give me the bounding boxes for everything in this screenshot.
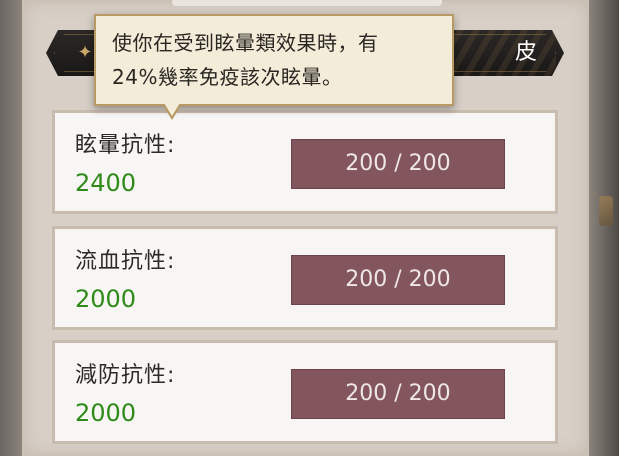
- resistance-label: 流血抗性:: [75, 249, 176, 274]
- tooltip-pointer-inner: [164, 103, 180, 116]
- resistance-label: 減防抗性:: [75, 363, 176, 388]
- resistance-panel: ✦ 皮 眩暈抗性: 2400 200 / 200 流血抗性: 2000 200 …: [22, 0, 589, 456]
- resistance-row-bleed: 流血抗性: 2000 200 / 200: [52, 226, 558, 330]
- resistance-row-defense-reduction: 減防抗性: 2000 200 / 200: [52, 340, 558, 444]
- tab-label[interactable]: 皮: [506, 38, 546, 68]
- resistance-value: 2400: [75, 169, 137, 197]
- panel-top-strip: [172, 0, 442, 6]
- resistance-row-stun: 眩暈抗性: 2400 200 / 200: [52, 110, 558, 214]
- resistance-label: 眩暈抗性:: [75, 133, 176, 158]
- resistance-progress-bar: 200 / 200: [291, 369, 505, 419]
- background-right: [589, 0, 619, 456]
- tooltip-text: 使你在受到眩暈類效果時，有 24%幾率免疫該次眩暈。: [112, 26, 442, 94]
- tooltip-line-1: 使你在受到眩暈類效果時，有: [112, 31, 379, 55]
- resistance-progress-bar: 200 / 200: [291, 139, 505, 189]
- stun-resistance-tooltip: 使你在受到眩暈類效果時，有 24%幾率免疫該次眩暈。: [94, 14, 454, 120]
- tooltip-line-2: 24%幾率免疫該次眩暈。: [112, 65, 343, 89]
- side-ornament: [599, 196, 613, 226]
- resistance-progress-bar: 200 / 200: [291, 255, 505, 305]
- background-left: [0, 0, 22, 456]
- resistance-value: 2000: [75, 285, 137, 313]
- ornament-icon: ✦: [77, 42, 93, 63]
- resistance-value: 2000: [75, 399, 137, 427]
